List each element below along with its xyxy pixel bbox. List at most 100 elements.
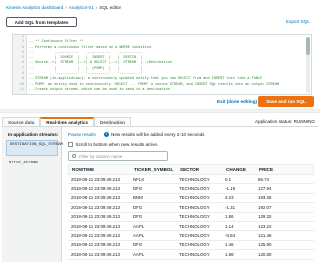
streams-title: In-application streams: — [8, 132, 59, 137]
column-header-price[interactable]: PRICE — [256, 167, 286, 172]
cell-rowtime: 2018-08-11 23:09:49.213 — [71, 204, 120, 210]
cell-sector: TECHNOLOGY — [179, 223, 210, 229]
scroll-to-bottom-label: Scroll to bottom when new results arrive… — [75, 142, 159, 147]
cell-change: 1.14 — [225, 223, 234, 229]
cell-price: 192.07 — [258, 204, 272, 210]
table-row: 2018-08-11 23:09:49.213 DFG TECHNOLOGY -1.1… — [68, 184, 314, 194]
breadcrumb-separator: › — [95, 4, 98, 10]
cell-ticker-symbol: AAPL — [133, 233, 145, 239]
column-header-ticker-symbol[interactable]: TICKER_SYMBOL — [131, 167, 177, 172]
cell-ticker-symbol: AAPL — [133, 223, 145, 229]
tab-real-time-analytics[interactable]: Real-time analytics — [40, 117, 94, 126]
cell-rowtime: 2018-08-11 23:09:49.213 — [71, 223, 120, 229]
breadcrumb-dashboard-link[interactable]: Kinesis Analytics dashboard — [6, 5, 63, 10]
cell-sector: TECHNOLOGY — [179, 204, 210, 210]
breadcrumb-current: SQL editor — [99, 4, 122, 10]
table-row: 2018-08-11 23:09:49.213 NFLX TECHNOLOGY 0.1… — [68, 175, 314, 185]
cell-sector: TECHNOLOGY — [179, 233, 210, 239]
cell-sector: TECHNOLOGY — [179, 186, 210, 192]
cell-rowtime: 2018-08-11 23:09:49.213 — [71, 176, 120, 182]
cell-price: 129.32 — [258, 214, 272, 220]
cell-sector: TECHNOLOGY — [179, 195, 210, 201]
results-tabs: Source data Real-time analytics Destinat… — [2, 117, 131, 126]
table-row: 2018-08-11 23:09:49.213 AAPL TECHNOLOGY 1.1… — [68, 222, 314, 232]
cell-change: -1.31 — [225, 204, 236, 210]
application-status: Application status: RUNNING — [255, 119, 315, 124]
filter-box — [68, 151, 168, 161]
exit-editing-link[interactable]: Exit (done editing) — [217, 99, 257, 104]
cell-rowtime: 2018-08-11 23:09:49.213 — [71, 195, 120, 201]
code-line: -- STREAM (in-application): a continuous… — [29, 77, 263, 82]
scrollbar-thumb[interactable] — [306, 37, 310, 55]
column-header-rowtime[interactable]: ROWTIME — [69, 167, 131, 172]
editor-scrollbar[interactable] — [306, 37, 310, 93]
cell-change: -0.84 — [225, 233, 236, 239]
cell-ticker-symbol: DFG — [133, 242, 143, 248]
column-header-sector[interactable]: SECTOR — [177, 167, 223, 172]
breadcrumb: Kinesis Analytics dashboard › Analytics-… — [6, 3, 121, 11]
add-sql-from-templates-button[interactable]: Add SQL from templates — [6, 17, 77, 27]
table-row: 2018-08-11 23:09:49.213 DFG TECHNOLOGY 1.46… — [68, 241, 314, 251]
export-sql-link[interactable]: Export SQL — [286, 19, 310, 24]
tab-source-data[interactable]: Source data — [2, 117, 41, 126]
application-status-label: Application status: — [254, 119, 293, 124]
application-status-value: RUNNING — [293, 119, 315, 124]
cell-sector: TECHNOLOGY — [179, 251, 210, 257]
cell-price: 120.80 — [258, 251, 272, 257]
breadcrumb-app-link[interactable]: Analytics-01 — [69, 5, 94, 10]
cell-ticker-symbol: NFLX — [133, 176, 145, 182]
cell-change: 0.1 — [225, 176, 232, 182]
sql-editor[interactable]: 1 2 3 4 5 6 7 8 9 10 11 -- ** Continuous Filter **… — [12, 34, 312, 95]
cell-sector: TECHNOLOGY — [179, 176, 210, 182]
cell-change: 3.23 — [225, 195, 234, 201]
stream-item-error-stream[interactable]: error_stream — [9, 161, 38, 165]
scroll-to-bottom-checkbox[interactable] — [68, 142, 73, 147]
cell-ticker-symbol: AAPL — [133, 251, 145, 257]
cell-change: -1.19 — [225, 186, 236, 192]
cell-price: 193.36 — [258, 195, 272, 201]
breadcrumb-separator: › — [65, 4, 67, 10]
panel-resize-handle[interactable] — [0, 109, 320, 113]
cell-ticker-symbol: DFG — [133, 186, 143, 192]
table-row: 2018-08-11 23:09:49.213 DFG TECHNOLOGY -1.3… — [68, 203, 314, 213]
cell-rowtime: 2018-08-11 23:09:49.213 — [71, 251, 120, 257]
pause-results-button[interactable]: Pause results — [68, 132, 96, 137]
line-number-gutter: 1 2 3 4 5 6 7 8 9 10 11 — [13, 35, 27, 94]
table-row: 2018-08-11 23:09:49.213 AAPL TECHNOLOGY -0.… — [68, 231, 314, 241]
search-icon — [72, 154, 76, 158]
stream-item-destination-sql-stream[interactable]: DESTINATION_SQL_STREAM — [6, 140, 63, 156]
cell-change: 1.46 — [225, 242, 234, 248]
cell-price: 123.22 — [258, 223, 272, 229]
info-icon: i — [104, 132, 109, 137]
cell-ticker-symbol: BNM — [133, 195, 143, 201]
cell-change: 1.98 — [225, 251, 234, 257]
cell-ticker-symbol: DFG — [133, 204, 143, 210]
results-table: ROWTIME TICKER_SYMBOL SECTOR CHANGE PRIC… — [68, 164, 314, 262]
cell-rowtime: 2018-08-11 23:09:49.213 — [71, 242, 120, 248]
new-results-text: New results will be added every 2-10 sec… — [111, 132, 205, 137]
save-and-run-sql-button[interactable]: Save and run SQL — [258, 96, 314, 107]
cell-sector: TECHNOLOGY — [179, 214, 210, 220]
in-application-streams-panel: In-application streams: DESTINATION_SQL_… — [2, 127, 63, 262]
line-number: 11 — [19, 87, 24, 92]
scroll-to-bottom-option: Scroll to bottom when new results arrive… — [68, 142, 158, 147]
cell-rowtime: 2018-08-11 23:09:49.213 — [71, 186, 120, 192]
cell-price: 127.94 — [258, 186, 272, 192]
table-body: 2018-08-11 23:09:49.213 NFLX TECHNOLOGY 0.1… — [68, 175, 314, 262]
code-line: -- Create output stream, which can be us… — [29, 87, 170, 92]
cell-ticker-symbol: DFG — [133, 214, 143, 220]
filter-by-column-input[interactable] — [79, 153, 164, 159]
column-header-change[interactable]: CHANGE — [223, 167, 256, 172]
cell-sector: TECHNOLOGY — [179, 242, 210, 248]
cell-change: 1.86 — [225, 214, 234, 220]
table-row: 2018-08-11 23:09:49.213 BNM TECHNOLOGY 3.23… — [68, 194, 314, 204]
tab-destination[interactable]: Destination — [93, 117, 131, 126]
cell-price: 86.74 — [258, 176, 269, 182]
table-header: ROWTIME TICKER_SYMBOL SECTOR CHANGE PRIC… — [68, 164, 314, 175]
cell-price: 125.90 — [258, 242, 272, 248]
table-row: 2018-08-11 23:09:49.213 DFG TECHNOLOGY 1.86… — [68, 213, 314, 222]
sql-code[interactable]: -- ** Continuous Filter ** -- Performs a … — [29, 35, 303, 93]
table-row: 2018-08-11 23:09:49.213 AAPL TECHNOLOGY 1.9… — [68, 250, 314, 260]
cell-price: 121.46 — [258, 233, 272, 239]
cell-rowtime: 2018-08-11 23:09:49.213 — [71, 233, 120, 239]
